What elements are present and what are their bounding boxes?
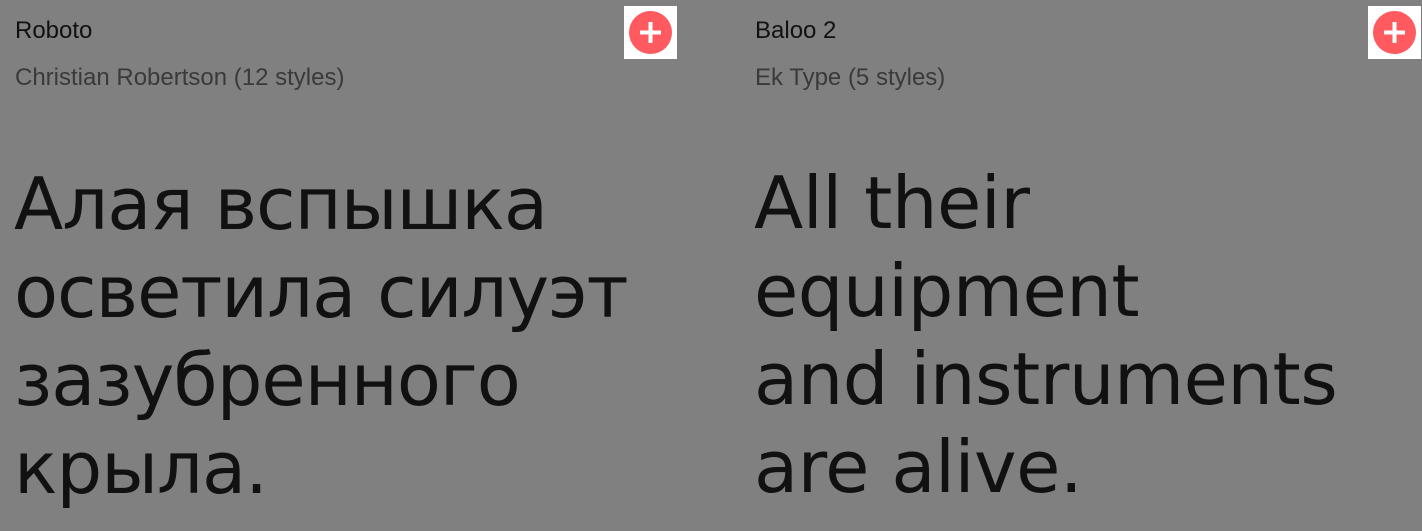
font-author-styles: Christian Robertson (12 styles) bbox=[15, 64, 345, 91]
font-sample-text[interactable]: All their equipment and instruments are … bbox=[754, 159, 1414, 511]
sample-line: крыла. bbox=[14, 426, 268, 510]
plus-circle-icon bbox=[640, 22, 661, 43]
font-name[interactable]: Roboto bbox=[15, 13, 92, 49]
sample-line: Алая вспышка bbox=[14, 162, 548, 246]
font-card-roboto[interactable]: Roboto Christian Robertson (12 styles) А… bbox=[0, 0, 740, 531]
font-card-baloo-2[interactable]: Baloo 2 Ek Type (5 styles) All their equ… bbox=[740, 0, 1422, 531]
font-sample-text[interactable]: Алая вспышка осветила силуэт зазубренног… bbox=[14, 160, 734, 512]
add-font-button[interactable] bbox=[624, 6, 677, 59]
sample-line: зазубренного bbox=[14, 338, 521, 422]
sample-line: All their equipment bbox=[754, 161, 1140, 333]
sample-line: and instruments bbox=[754, 337, 1338, 421]
sample-line: осветила силуэт bbox=[14, 250, 629, 334]
font-author-styles: Ek Type (5 styles) bbox=[755, 64, 946, 91]
font-name[interactable]: Baloo 2 bbox=[755, 13, 836, 49]
plus-circle-icon bbox=[1384, 22, 1405, 43]
add-font-button[interactable] bbox=[1368, 6, 1421, 59]
sample-line: are alive. bbox=[754, 425, 1083, 509]
